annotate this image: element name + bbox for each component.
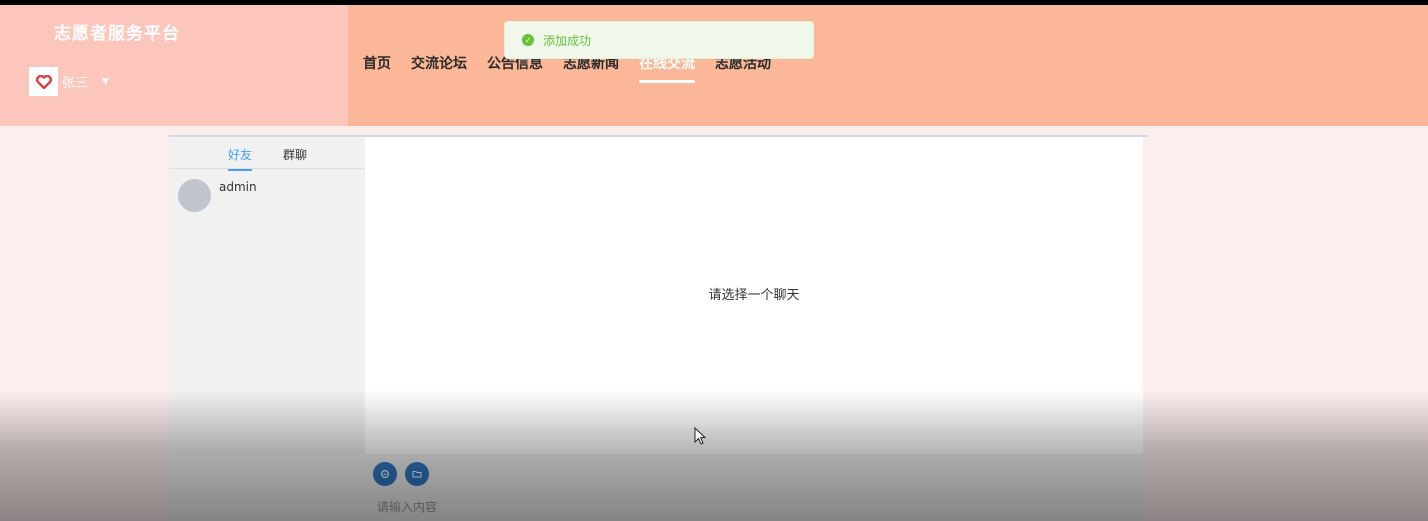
message-input[interactable]: 请输入内容 [377,498,437,515]
site-title: 志愿者服务平台 [54,24,180,44]
toast-message: 添加成功 [543,33,592,48]
file-upload-button[interactable] [405,462,429,486]
tab-groups[interactable]: 群聊 [283,146,307,169]
empty-chat-hint: 请选择一个聊天 [708,288,800,303]
friend-item[interactable]: admin [178,179,257,212]
chat-panel: 请选择一个聊天 [365,137,1143,454]
folder-icon [412,471,422,478]
contact-tabs: 好友 群聊 [169,137,365,171]
check-circle-icon: ✓ [522,34,534,46]
brand-area: 志愿者服务平台 张三 ▼ [0,5,348,126]
image-icon [380,469,390,479]
nav-item-home[interactable]: 首页 [363,53,391,83]
friend-name: admin [219,180,257,194]
nav-item-forum[interactable]: 交流论坛 [411,53,467,83]
contact-sidebar: 好友 群聊 admin [169,137,365,521]
mouse-cursor-icon [694,427,706,445]
success-toast: ✓ 添加成功 [504,21,814,59]
message-input-area: 请输入内容 [365,454,1143,521]
tab-friends[interactable]: 好友 [228,146,253,171]
user-name: 张三 [62,76,89,91]
image-upload-button[interactable] [373,462,397,486]
avatar [178,179,211,212]
caret-down-icon: ▼ [102,76,109,87]
heart-icon [29,67,58,96]
chat-container: 好友 群聊 admin 请选择一个聊天 请输入内容 [169,135,1149,521]
user-menu[interactable]: 张三 ▼ [29,67,109,96]
